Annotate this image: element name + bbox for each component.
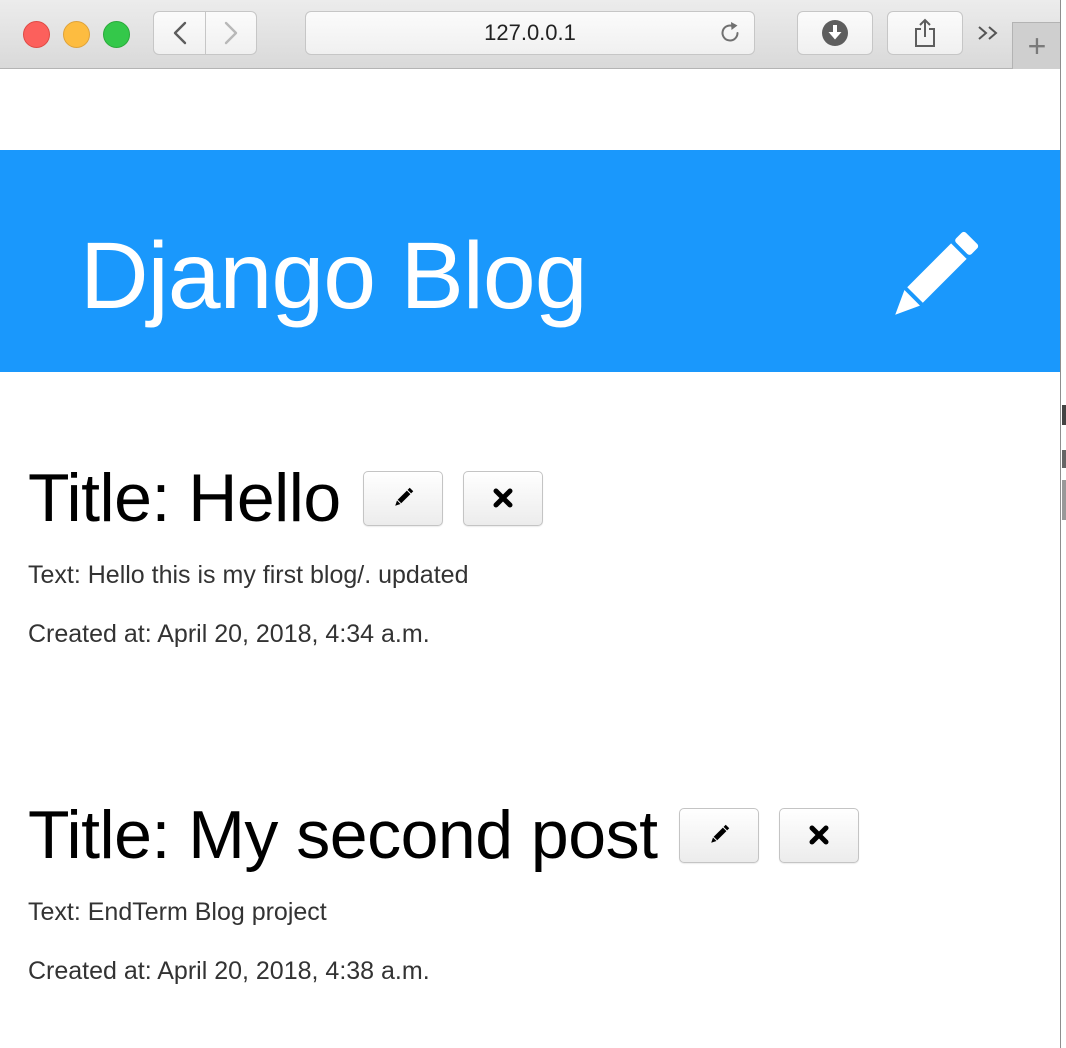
browser-toolbar: 127.0.0.1 + — [0, 0, 1061, 69]
address-bar[interactable]: 127.0.0.1 — [305, 11, 755, 55]
pencil-icon — [394, 487, 413, 506]
post-title[interactable]: Title: My second post — [28, 801, 658, 869]
delete-post-button[interactable] — [462, 470, 543, 526]
url-text: 127.0.0.1 — [484, 20, 576, 45]
post-created-at: Created at: April 20, 2018, 4:38 a.m. — [28, 957, 430, 985]
post-item: Title: My second post Text: EndTerm Blog… — [28, 801, 860, 985]
edge-artifact — [1062, 480, 1066, 520]
chevron-left-icon — [173, 21, 186, 45]
close-icon — [809, 825, 829, 845]
minimize-window-button[interactable] — [63, 21, 90, 48]
edit-post-button[interactable] — [679, 807, 760, 863]
share-button[interactable] — [887, 11, 963, 55]
close-window-button[interactable] — [23, 21, 50, 48]
post-text: Text: EndTerm Blog project — [28, 898, 327, 926]
chevron-right-icon — [224, 21, 238, 45]
delete-post-button[interactable] — [779, 807, 860, 863]
post-title[interactable]: Title: Hello — [28, 464, 341, 532]
reload-icon[interactable] — [718, 21, 742, 45]
pencil-icon — [895, 231, 979, 315]
post-item: Title: Hello Text: Hello this is my firs… — [28, 464, 543, 647]
share-icon — [915, 18, 935, 47]
download-icon — [822, 20, 848, 46]
edge-artifact — [1062, 450, 1066, 468]
new-tab-button[interactable]: + — [1012, 22, 1061, 69]
back-button[interactable] — [153, 11, 206, 55]
new-post-button[interactable] — [880, 226, 984, 330]
forward-button[interactable] — [205, 11, 257, 55]
zoom-window-button[interactable] — [103, 21, 130, 48]
edit-post-button[interactable] — [362, 470, 443, 526]
site-title[interactable]: Django Blog — [80, 229, 588, 324]
post-created-at: Created at: April 20, 2018, 4:34 a.m. — [28, 620, 430, 648]
more-toolbar-items-button[interactable] — [975, 18, 1001, 48]
downloads-button[interactable] — [797, 11, 873, 55]
post-title-row: Title: Hello — [28, 464, 543, 532]
edge-artifact — [1062, 405, 1066, 425]
close-icon — [493, 488, 513, 508]
post-text: Text: Hello this is my first blog/. upda… — [28, 561, 469, 589]
pencil-icon — [711, 824, 730, 843]
window-edge — [1060, 0, 1066, 1048]
double-chevron-right-icon — [978, 26, 998, 40]
post-title-row: Title: My second post — [28, 801, 860, 869]
